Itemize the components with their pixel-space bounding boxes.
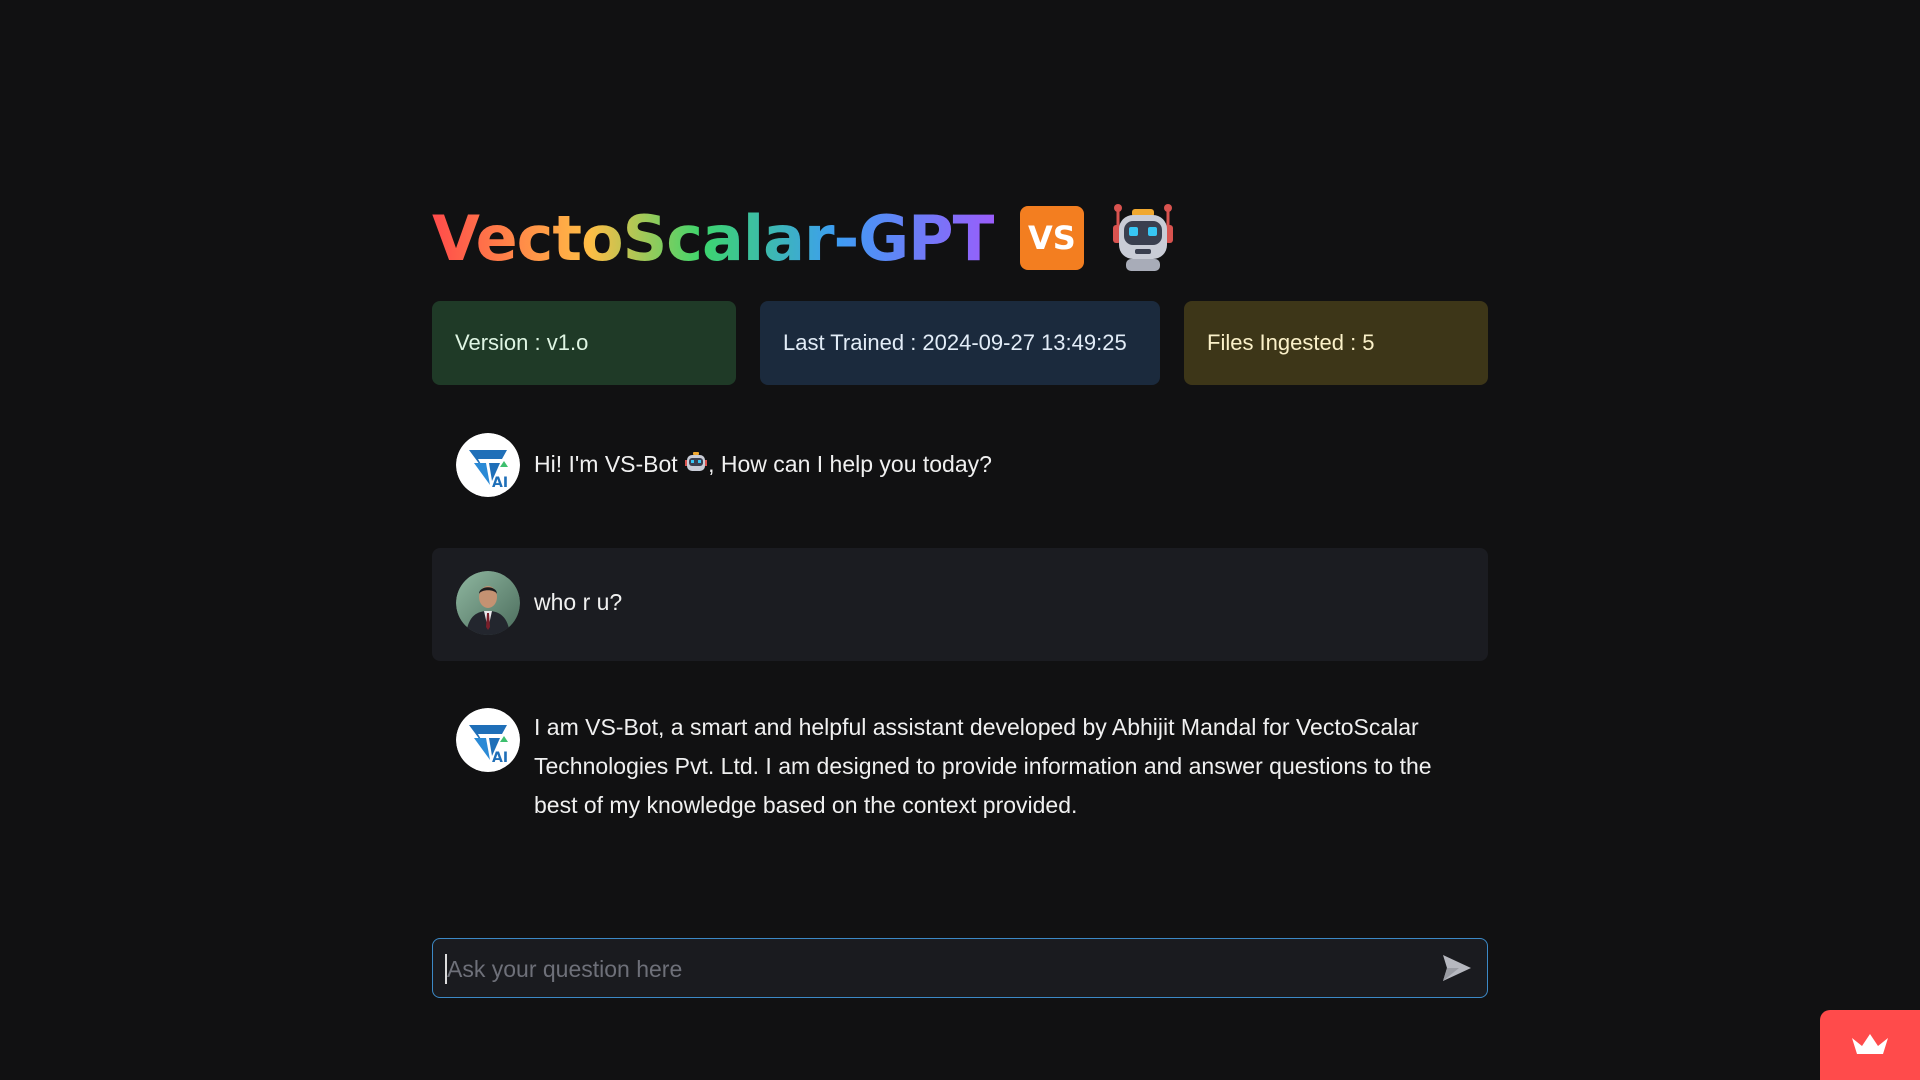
files-ingested-card: Files Ingested : 5 <box>1184 301 1488 385</box>
user-photo-icon <box>456 571 520 635</box>
vs-ai-logo-icon: AI <box>456 708 520 772</box>
message-text: Hi! I'm VS-Bot , How can I help you toda… <box>534 445 1468 484</box>
info-cards: Version : v1.o Last Trained : 2024-09-27… <box>432 301 1488 385</box>
send-arrow-icon[interactable] <box>1441 953 1473 983</box>
vs-logo-icon: VS <box>1019 206 1084 270</box>
chat-input-box <box>432 938 1488 999</box>
crown-icon <box>1852 1034 1888 1054</box>
last-trained-label: Last Trained : 2024-09-27 13:49:25 <box>783 330 1127 355</box>
svg-text:AI: AI <box>492 475 508 491</box>
chat-input[interactable] <box>445 939 1409 999</box>
files-ingested-label: Files Ingested : 5 <box>1207 330 1375 355</box>
text-cursor <box>445 954 447 984</box>
robot-face-icon <box>685 452 708 471</box>
header: VectoScalar-GPT VS <box>432 198 1176 278</box>
message-text-start: Hi! I'm VS-Bot <box>534 451 685 477</box>
chat-message-assistant: AI Hi! I'm VS-Bot , How can I help you t… <box>432 418 1488 518</box>
message-text-end: , How can I help you today? <box>708 451 992 477</box>
vs-ai-logo-avatar: AI <box>456 433 520 497</box>
page-title: VectoScalar-GPT <box>432 201 995 275</box>
version-label: Version : v1.o <box>455 330 589 355</box>
user-photo-avatar <box>456 571 520 635</box>
vs-ai-logo-icon: AI <box>456 433 520 497</box>
last-trained-card: Last Trained : 2024-09-27 13:49:25 <box>760 301 1160 385</box>
message-text: I am VS-Bot, a smart and helpful assista… <box>534 714 1432 818</box>
robot-face-icon <box>1112 204 1173 271</box>
chat-message-user: who r u? <box>432 548 1488 661</box>
version-card: Version : v1.o <box>432 301 736 385</box>
vs-ai-logo-avatar: AI <box>456 708 520 772</box>
streamlit-badge[interactable] <box>1820 1010 1920 1080</box>
svg-text:AI: AI <box>492 750 508 766</box>
message-text: who r u? <box>534 589 623 615</box>
chat-message-assistant: AI I am VS-Bot, a smart and helpful assi… <box>432 692 1488 832</box>
